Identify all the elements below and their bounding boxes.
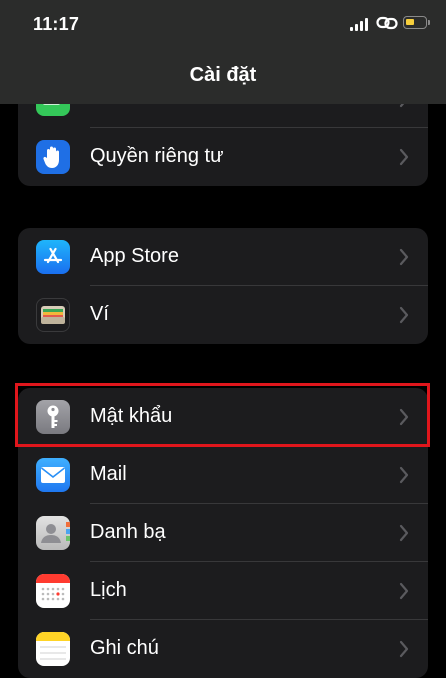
contacts-icon <box>36 516 70 550</box>
settings-row-label: App Store <box>90 245 179 267</box>
chevron-right-icon <box>399 582 409 600</box>
chevron-right-icon <box>399 248 409 266</box>
settings-row-label: Lịch <box>90 579 127 601</box>
wallet-icon <box>36 298 70 332</box>
battery-icon <box>403 16 427 29</box>
status-time: 11:17 <box>33 14 80 34</box>
settings-row-contacts[interactable]: Danh bạ <box>18 504 428 562</box>
settings-row-mail[interactable]: Mail <box>18 446 428 504</box>
settings-row-label: Quyền riêng tư <box>90 145 224 167</box>
chevron-right-icon <box>399 466 409 484</box>
personal-hotspot-link-icon <box>376 16 398 30</box>
settings-row-label: Ghi chú <box>90 637 159 659</box>
page-title: Cài đặt <box>189 64 257 86</box>
calendar-icon <box>36 574 70 608</box>
settings-row-privacy[interactable]: Quyền riêng tư <box>18 128 428 186</box>
battery-level-fill <box>406 19 414 25</box>
app-store-icon <box>36 240 70 274</box>
settings-row-app-store[interactable]: App Store <box>18 228 428 286</box>
settings-row-label: Mail <box>90 463 127 485</box>
settings-row-label: Ví <box>90 303 109 325</box>
settings-row-notes[interactable]: Ghi chú <box>18 620 428 678</box>
chevron-right-icon <box>399 148 409 166</box>
settings-row-passwords[interactable]: Mật khẩu <box>18 388 428 446</box>
hand-icon <box>36 140 70 174</box>
chevron-right-icon <box>399 640 409 658</box>
settings-row-label: Mật khẩu <box>90 405 173 427</box>
settings-group-apps: Mật khẩu Mail Danh bạ Lịch Ghi chú <box>18 388 428 678</box>
chevron-right-icon <box>399 408 409 426</box>
status-bar: 11:17 <box>0 0 446 50</box>
settings-group-store: App Store Ví <box>18 228 428 344</box>
chevron-right-icon <box>399 524 409 542</box>
mail-icon <box>36 458 70 492</box>
settings-row-calendar[interactable]: Lịch <box>18 562 428 620</box>
cellular-signal-icon <box>350 17 370 31</box>
battery-tip <box>428 20 430 25</box>
settings-row-label: Danh bạ <box>90 521 166 543</box>
settings-row-wallet[interactable]: Ví <box>18 286 428 344</box>
chevron-right-icon <box>399 306 409 324</box>
notes-icon <box>36 632 70 666</box>
key-icon <box>36 400 70 434</box>
